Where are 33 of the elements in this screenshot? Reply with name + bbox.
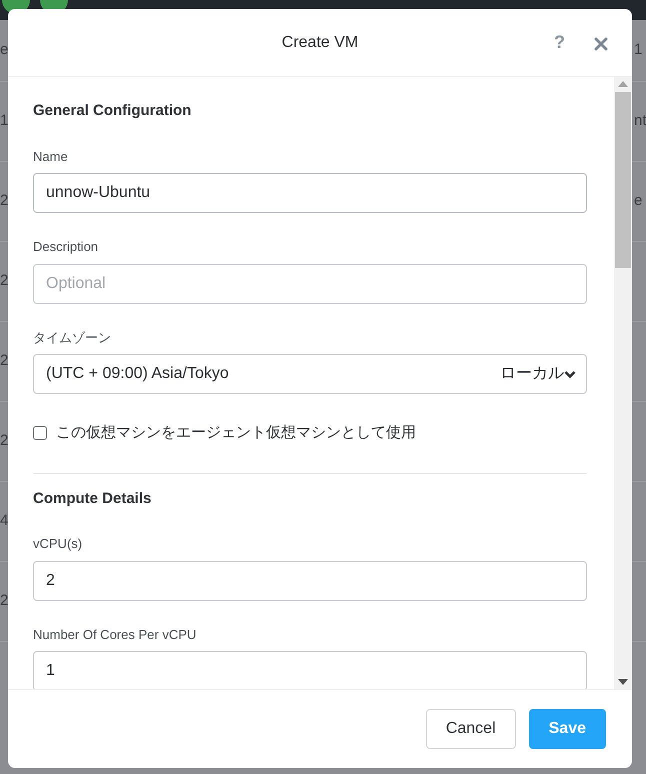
section-heading: Compute Details (33, 488, 152, 508)
background-text: 1 (0, 112, 8, 130)
scroll-thumb[interactable] (615, 92, 631, 268)
background-text: e (634, 192, 642, 210)
background-text: 1 (634, 41, 642, 58)
background-text: 2 (0, 272, 8, 290)
background-text: e (0, 41, 8, 58)
timezone-select[interactable]: (UTC + 09:00) Asia/Tokyo ローカル (33, 354, 587, 394)
background-text: 2 (0, 432, 8, 450)
field-label: vCPU(s) (33, 535, 84, 553)
field-label: Name (33, 148, 69, 166)
background-text: 4 (0, 512, 8, 530)
section-heading: General Configuration (33, 101, 192, 121)
background-text: 2 (0, 352, 8, 370)
background-text: nt (634, 112, 646, 130)
input-field[interactable]: unnow-Ubuntu (33, 173, 587, 213)
input-field[interactable]: 1 (33, 651, 587, 689)
scrollbar[interactable] (614, 77, 632, 689)
scroll-down-icon[interactable] (618, 679, 628, 685)
field-label: Description (33, 238, 100, 256)
chevron-down-icon (564, 370, 576, 378)
input-field[interactable]: Optional (33, 264, 587, 304)
background-text: 2 (0, 192, 8, 210)
input-field[interactable]: 2 (33, 560, 587, 600)
cancel-button[interactable]: Cancel (426, 709, 516, 749)
dialog-title: Create VM (282, 32, 358, 52)
checkbox-label: この仮想マシンをエージェント仮想マシンとして使用 (56, 423, 416, 443)
field-label: Number Of Cores Per vCPU (33, 626, 198, 644)
field-label: タイムゾーン (33, 328, 112, 346)
close-button[interactable] (592, 35, 610, 53)
checkbox[interactable] (33, 426, 47, 440)
close-icon (594, 37, 608, 51)
background-text: 2 (0, 592, 8, 610)
